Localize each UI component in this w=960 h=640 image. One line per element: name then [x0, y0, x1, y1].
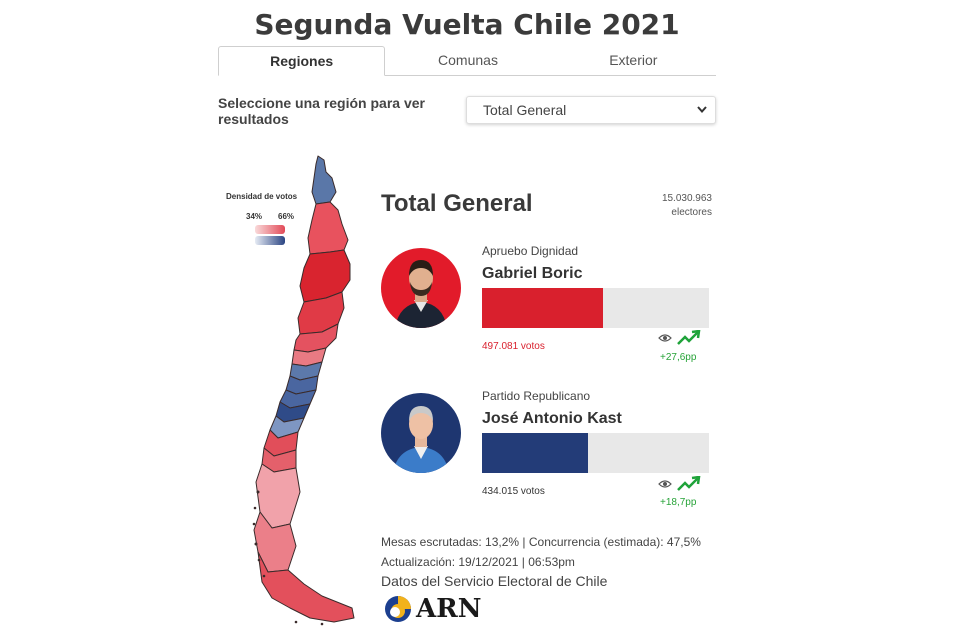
trending-up-icon — [677, 329, 701, 351]
candidate-photo-boric — [381, 248, 461, 328]
vote-bar-track — [482, 433, 709, 473]
update-time: Actualización: 19/12/2021 | 06:53pm — [381, 555, 575, 569]
region-select-value: Total General — [483, 102, 567, 118]
trend-value: +18,7pp — [660, 497, 697, 508]
vote-bar-fill-kast — [482, 433, 588, 473]
trend-value: +27,6pp — [660, 352, 697, 363]
electors-info: 15.030.963 electores — [640, 192, 712, 220]
mesas-info: Mesas escrutadas: 13,2% | Concurrencia (… — [381, 535, 701, 549]
arn-logo: ARN — [384, 594, 482, 624]
map-region-tarapaca[interactable] — [307, 201, 349, 255]
trending-up-icon — [677, 475, 701, 497]
chile-region-map — [252, 155, 355, 626]
candidate-party: Partido Republicano — [482, 389, 591, 403]
candidate-party: Apruebo Dignidad — [482, 244, 579, 258]
region-select[interactable]: Total General — [466, 96, 716, 124]
arn-logo-text: ARN — [416, 594, 482, 624]
map-region-arica[interactable] — [311, 155, 337, 205]
eye-icon[interactable] — [658, 332, 672, 346]
tab-exterior[interactable]: Exterior — [551, 46, 716, 75]
data-source: Datos del Servicio Electoral de Chile — [381, 573, 608, 589]
tab-comunas[interactable]: Comunas — [385, 46, 550, 75]
vote-count: 497.081 votos — [482, 341, 545, 352]
tab-regiones[interactable]: Regiones — [218, 46, 386, 76]
candidate-name: Gabriel Boric — [482, 265, 583, 282]
candidate-name: José Antonio Kast — [482, 410, 622, 427]
eye-icon[interactable] — [658, 478, 672, 492]
arn-logo-icon — [385, 596, 411, 622]
vote-bar-fill-boric — [482, 288, 604, 328]
results-title: Total General — [381, 190, 533, 217]
candidate-photo-kast — [381, 393, 461, 473]
chevron-down-icon — [697, 97, 707, 132]
region-select-label: Seleccione una región para ver resultado… — [218, 95, 425, 127]
page-title: Segunda Vuelta Chile 2021 — [254, 8, 680, 41]
electors-label: electores — [671, 207, 712, 218]
vote-count: 434.015 votos — [482, 486, 545, 497]
tab-bar: Regiones Comunas Exterior — [218, 46, 716, 76]
electors-count: 15.030.963 — [661, 193, 712, 204]
vote-bar-track — [482, 288, 709, 328]
